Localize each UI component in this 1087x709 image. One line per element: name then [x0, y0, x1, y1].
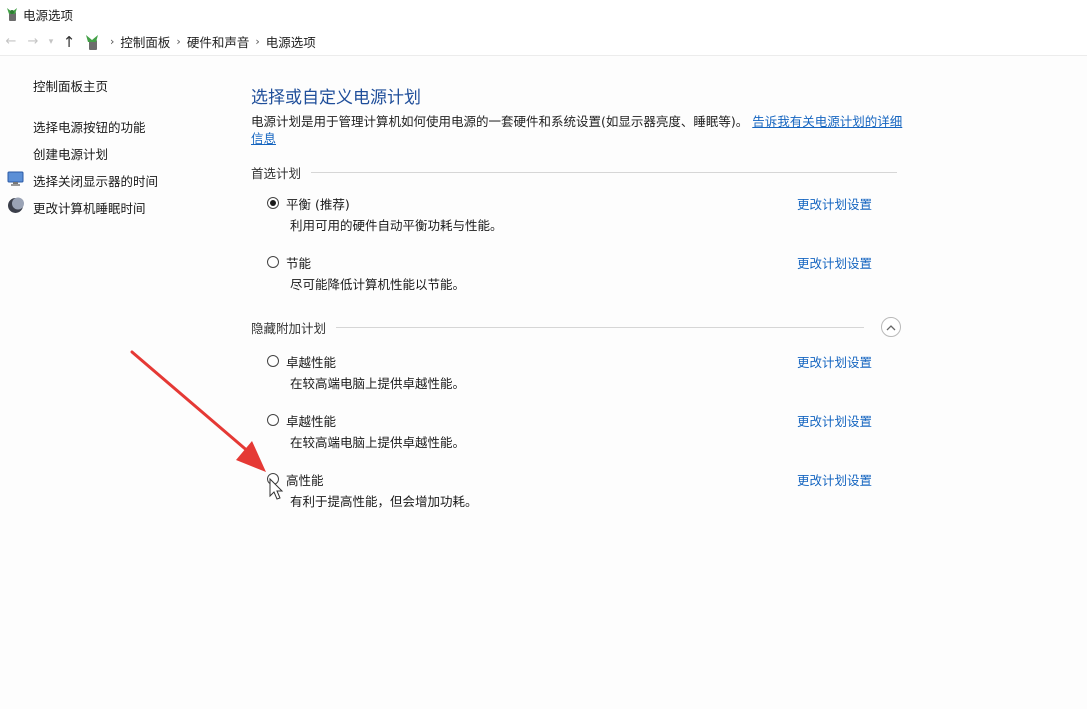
breadcrumb-separator-icon: ›: [110, 35, 115, 48]
breadcrumb-separator-icon: ›: [255, 35, 260, 48]
title-bar: 电源选项: [0, 0, 1087, 28]
monitor-icon: [7, 171, 24, 186]
plan-ultimate-performance: 卓越性能 在较高端电脑上提供卓越性能。 更改计划设置: [267, 411, 897, 455]
breadcrumb-power-options[interactable]: 电源选项: [266, 32, 316, 51]
breadcrumb-hardware-sound[interactable]: 硬件和声音: [187, 32, 250, 51]
divider: [336, 326, 865, 328]
change-plan-settings-link[interactable]: 更改计划设置: [797, 470, 872, 489]
change-plan-settings-link[interactable]: 更改计划设置: [797, 352, 872, 371]
section-label: 首选计划: [251, 165, 302, 181]
plan-description: 有利于提高性能，但会增加功耗。: [290, 494, 478, 509]
sidebar-item-display-off[interactable]: 选择关闭显示器的时间: [33, 171, 158, 190]
collapse-chevron-up-icon[interactable]: [881, 317, 901, 337]
forward-arrow-icon[interactable]: →: [22, 34, 44, 49]
plan-description: 在较高端电脑上提供卓越性能。: [290, 376, 466, 391]
recent-locations-chevron-icon[interactable]: ▾: [44, 37, 58, 47]
change-plan-settings-link[interactable]: 更改计划设置: [797, 253, 872, 272]
plan-name: 卓越性能: [286, 355, 337, 370]
sidebar-item-power-button[interactable]: 选择电源按钮的功能: [33, 117, 146, 136]
sidebar: 控制面板主页 选择电源按钮的功能 创建电源计划 选择关闭显示器的时间 更改计算机…: [0, 55, 235, 709]
radio-button-ultimate-2[interactable]: [267, 414, 279, 426]
plan-name: 高性能: [286, 473, 324, 488]
plan-name: 平衡 (推荐): [286, 197, 350, 212]
plan-name: 卓越性能: [286, 414, 337, 429]
radio-button-power-saver[interactable]: [267, 256, 279, 268]
page-description: 电源计划是用于管理计算机如何使用电源的一套硬件和系统设置(如显示器亮度、睡眠等)…: [251, 113, 911, 147]
plan-description: 尽可能降低计算机性能以节能。: [290, 277, 466, 292]
sidebar-item-create-plan[interactable]: 创建电源计划: [33, 144, 108, 163]
power-options-icon: [7, 8, 17, 21]
change-plan-settings-link[interactable]: 更改计划设置: [797, 411, 872, 430]
preferred-plans-header: 首选计划: [251, 162, 898, 182]
breadcrumb-control-panel[interactable]: 控制面板: [120, 32, 170, 51]
divider: [311, 171, 898, 173]
moon-sleep-icon: [8, 197, 24, 213]
plan-power-saver: 节能 尽可能降低计算机性能以节能。 更改计划设置: [267, 253, 897, 297]
breadcrumb-separator-icon: ›: [176, 35, 181, 48]
control-panel-icon: [86, 34, 98, 50]
back-arrow-icon[interactable]: ←: [0, 34, 22, 49]
plan-balanced: 平衡 (推荐) 利用可用的硬件自动平衡功耗与性能。 更改计划设置: [267, 194, 897, 238]
page-title: 选择或自定义电源计划: [251, 88, 421, 108]
hidden-plans-header: 隐藏附加计划: [251, 317, 865, 337]
plan-high-performance: 高性能 有利于提高性能，但会增加功耗。 更改计划设置: [267, 470, 897, 514]
address-bar: ← → ▾ ↑ › 控制面板 › 硬件和声音 › 电源选项: [0, 28, 1087, 56]
up-arrow-icon[interactable]: ↑: [58, 33, 80, 51]
radio-button-ultimate-1[interactable]: [267, 355, 279, 367]
window-title: 电源选项: [23, 7, 74, 23]
sidebar-home-link[interactable]: 控制面板主页: [33, 76, 108, 95]
sidebar-item-sleep-time[interactable]: 更改计算机睡眠时间: [33, 198, 146, 217]
plan-description: 在较高端电脑上提供卓越性能。: [290, 435, 466, 450]
plan-name: 节能: [286, 256, 312, 271]
plan-description: 利用可用的硬件自动平衡功耗与性能。: [290, 218, 503, 233]
section-label: 隐藏附加计划: [251, 320, 327, 336]
radio-button-balanced[interactable]: [267, 197, 279, 209]
description-text: 电源计划是用于管理计算机如何使用电源的一套硬件和系统设置(如显示器亮度、睡眠等)…: [251, 114, 749, 129]
plan-ultimate-performance: 卓越性能 在较高端电脑上提供卓越性能。 更改计划设置: [267, 352, 897, 396]
radio-button-high-performance[interactable]: [267, 473, 279, 485]
change-plan-settings-link[interactable]: 更改计划设置: [797, 194, 872, 213]
